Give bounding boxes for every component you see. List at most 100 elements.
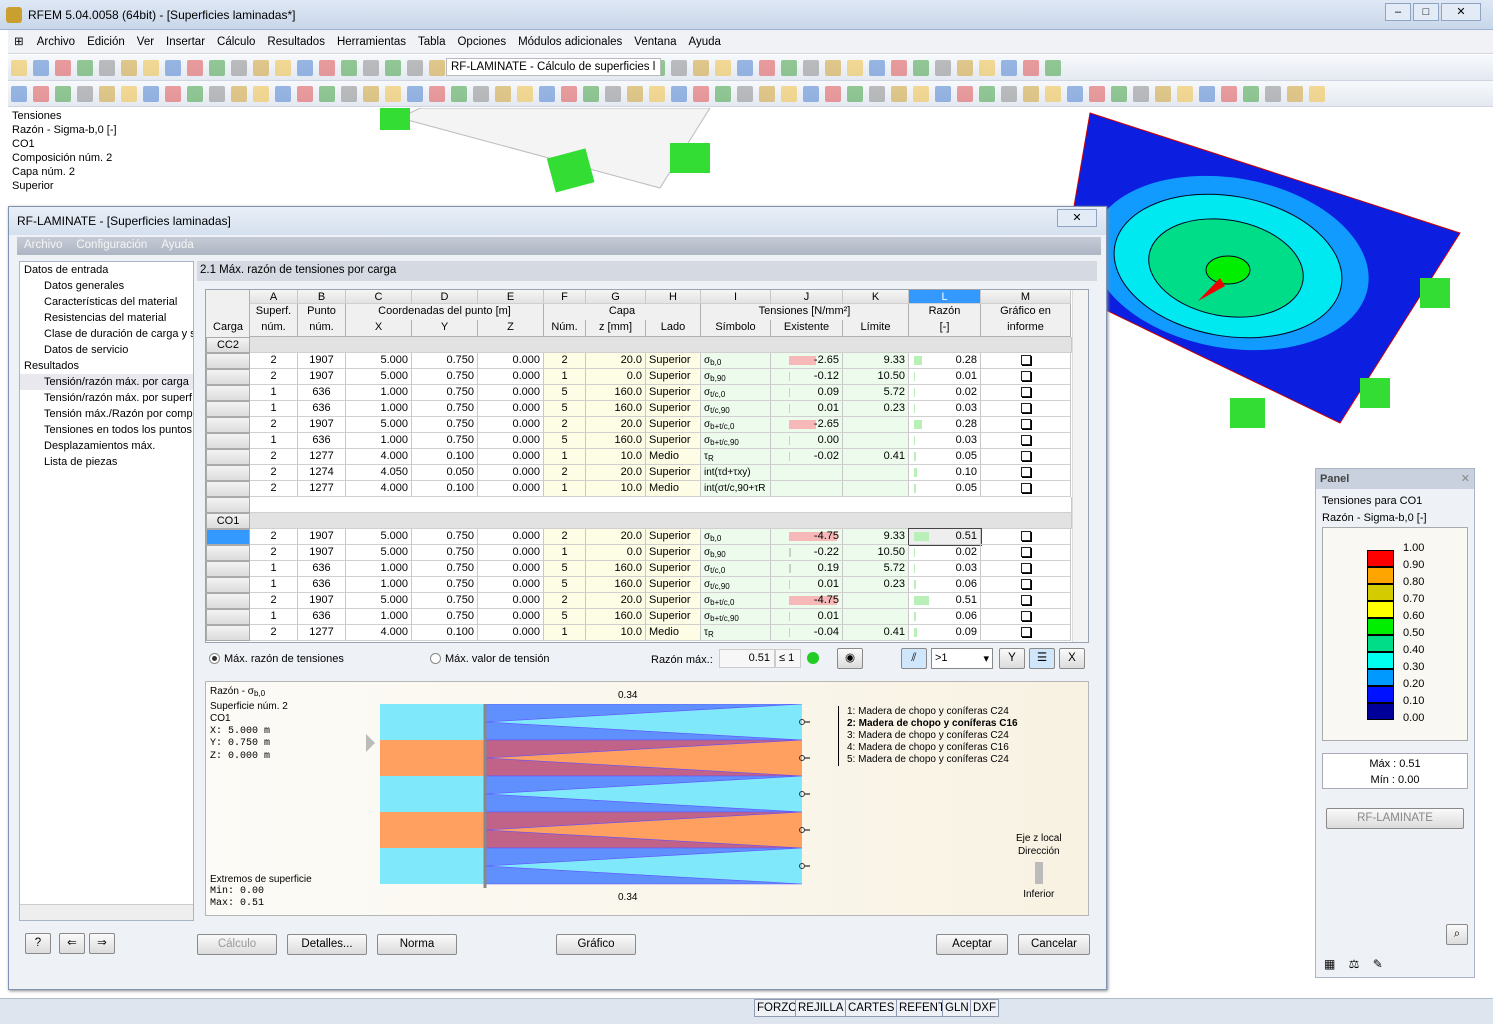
menu-resultados[interactable]: Resultados xyxy=(261,31,331,48)
cell-ratio[interactable]: 0.03 xyxy=(909,561,981,577)
toolbar-icon[interactable] xyxy=(583,86,599,102)
toolbar-icon[interactable] xyxy=(187,86,203,102)
cell-zmm[interactable]: 160.0 xyxy=(586,401,646,417)
cell-zmm[interactable]: 20.0 xyxy=(586,465,646,481)
toolbar-icon[interactable] xyxy=(1001,86,1017,102)
cell-lim[interactable]: 0.41 xyxy=(843,625,909,641)
toolbar-icon[interactable] xyxy=(253,60,269,76)
toolbar-icon[interactable] xyxy=(1045,86,1061,102)
report-checkbox[interactable] xyxy=(981,401,1071,417)
cell-x[interactable]: 1.000 xyxy=(346,385,412,401)
cell-y[interactable]: 0.750 xyxy=(412,529,478,545)
cell-ex[interactable]: -0.02 xyxy=(771,449,843,465)
column-letter-H[interactable]: H xyxy=(646,290,701,304)
cell-ratio[interactable]: 0.05 xyxy=(909,449,981,465)
row-header[interactable] xyxy=(206,433,250,449)
cell-y[interactable]: 0.750 xyxy=(412,369,478,385)
toolbar-icon[interactable] xyxy=(77,60,93,76)
cell-sup[interactable]: 2 xyxy=(250,625,298,641)
cell-y[interactable]: 0.100 xyxy=(412,481,478,497)
toolbar-icon[interactable] xyxy=(869,86,885,102)
cell-x[interactable]: 5.000 xyxy=(346,353,412,369)
column-letter-I[interactable]: I xyxy=(701,290,771,304)
row-header[interactable] xyxy=(206,577,250,593)
cell-ex[interactable]: -4.75 xyxy=(771,593,843,609)
cell-x[interactable]: 4.050 xyxy=(346,465,412,481)
expand-arrow-icon[interactable] xyxy=(366,734,375,752)
toolbar-icon[interactable] xyxy=(1221,86,1237,102)
cell-sym[interactable]: σb+t/c,0 xyxy=(701,593,771,609)
cell-ex[interactable]: -0.22 xyxy=(771,545,843,561)
report-checkbox[interactable] xyxy=(981,369,1071,385)
cell-sup[interactable]: 2 xyxy=(250,481,298,497)
cell-zmm[interactable]: 20.0 xyxy=(586,593,646,609)
row-header[interactable] xyxy=(206,561,250,577)
cell-ex[interactable]: -0.04 xyxy=(771,625,843,641)
cell-sup[interactable]: 1 xyxy=(250,385,298,401)
cell-lado[interactable]: Superior xyxy=(646,609,701,625)
column-letter-M[interactable]: M xyxy=(981,290,1071,304)
cell-ratio[interactable]: 0.28 xyxy=(909,353,981,369)
toolbar-icon[interactable] xyxy=(803,60,819,76)
toolbar-icon[interactable] xyxy=(297,60,313,76)
cell-sym[interactable]: σt/c,90 xyxy=(701,577,771,593)
cell-x[interactable]: 1.000 xyxy=(346,577,412,593)
toolbar-icon[interactable] xyxy=(363,60,379,76)
cell-y[interactable]: 0.750 xyxy=(412,385,478,401)
cell-zmm[interactable]: 160.0 xyxy=(586,433,646,449)
toolbar-icon[interactable] xyxy=(979,86,995,102)
cell-lado[interactable]: Medio xyxy=(646,481,701,497)
toolbar-icon[interactable] xyxy=(517,86,533,102)
cell-y[interactable]: 0.100 xyxy=(412,625,478,641)
cell-lado[interactable]: Superior xyxy=(646,353,701,369)
cell-sym[interactable]: σb,90 xyxy=(701,369,771,385)
cell-ratio[interactable]: 0.51 xyxy=(908,528,982,546)
toolbar-icon[interactable] xyxy=(341,60,357,76)
cell-n[interactable]: 5 xyxy=(544,577,586,593)
cell-zmm[interactable]: 20.0 xyxy=(586,417,646,433)
menu-modulos[interactable]: Módulos adicionales xyxy=(512,31,628,48)
toolbar-icon[interactable] xyxy=(1067,86,1083,102)
cell-n[interactable]: 1 xyxy=(544,369,586,385)
toolbar-icon[interactable] xyxy=(231,86,247,102)
cell-sup[interactable]: 2 xyxy=(250,465,298,481)
help-button[interactable]: ? xyxy=(25,933,51,954)
panel-close-icon[interactable]: ✕ xyxy=(1461,472,1470,485)
cell-lim[interactable] xyxy=(843,593,909,609)
toolbar-icon[interactable] xyxy=(407,60,423,76)
toolbar-icon[interactable] xyxy=(495,86,511,102)
toolbar-icon[interactable] xyxy=(605,86,621,102)
cell-sym[interactable]: σt/c,0 xyxy=(701,561,771,577)
cell-ratio[interactable]: 0.02 xyxy=(909,545,981,561)
cell-lado[interactable]: Superior xyxy=(646,369,701,385)
row-header[interactable] xyxy=(206,481,250,497)
menu-opciones[interactable]: Opciones xyxy=(451,31,512,48)
cell-n[interactable]: 1 xyxy=(544,545,586,561)
import-button[interactable]: ⇐ xyxy=(59,933,85,954)
toolbar-icon[interactable] xyxy=(1111,86,1127,102)
toolbar-icon[interactable] xyxy=(451,86,467,102)
tree-item[interactable]: Desplazamientos máx. xyxy=(20,438,193,454)
row-header[interactable] xyxy=(206,593,250,609)
cell-sup[interactable]: 2 xyxy=(250,545,298,561)
maximize-button[interactable]: □ xyxy=(1413,3,1439,21)
dialog-menu-ayuda[interactable]: Ayuda xyxy=(154,237,200,253)
cell-n[interactable]: 5 xyxy=(544,561,586,577)
report-checkbox[interactable] xyxy=(981,545,1071,561)
filter-select[interactable]: >1 ▾ xyxy=(931,648,993,669)
cell-lim[interactable]: 9.33 xyxy=(843,529,909,545)
cell-ratio[interactable]: 0.09 xyxy=(909,625,981,641)
cell-sup[interactable]: 1 xyxy=(250,577,298,593)
status-toggle-refent[interactable]: REFENT xyxy=(896,999,948,1017)
toolbar-icon[interactable] xyxy=(143,86,159,102)
cell-sym[interactable]: τR xyxy=(701,449,771,465)
cell-n[interactable]: 1 xyxy=(544,449,586,465)
results-bars-button[interactable]: ☰ xyxy=(1029,648,1055,669)
tree-item[interactable]: Tensiones en todos los puntos xyxy=(20,422,193,438)
cell-lado[interactable]: Superior xyxy=(646,545,701,561)
cell-lim[interactable]: 10.50 xyxy=(843,369,909,385)
toolbar-icon[interactable] xyxy=(1177,86,1193,102)
report-checkbox[interactable] xyxy=(981,449,1071,465)
report-checkbox[interactable] xyxy=(981,609,1071,625)
toolbar-icon[interactable] xyxy=(1089,86,1105,102)
